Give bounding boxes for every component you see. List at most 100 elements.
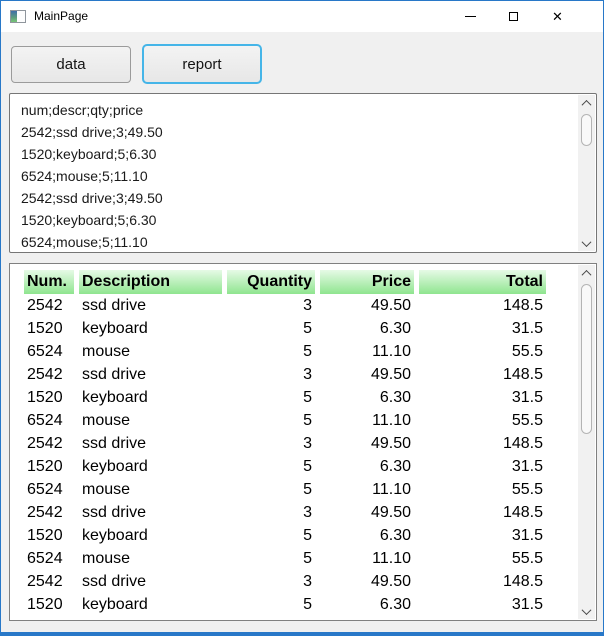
- table-cell: 5: [303, 411, 312, 429]
- table-cell: 31.5: [511, 388, 543, 406]
- table-cell: 11.10: [372, 411, 411, 429]
- table-cell: 3: [303, 365, 312, 383]
- close-icon: ✕: [552, 9, 563, 24]
- table-row: 1520 keyboard 5 6.30 31.5: [24, 386, 546, 409]
- table-cell: 11.10: [372, 480, 411, 498]
- table-cell: 1520: [27, 388, 63, 406]
- table-cell: 55.5: [511, 342, 543, 360]
- table-cell: 5: [303, 319, 312, 337]
- column-header-description: Description: [79, 270, 222, 294]
- table-cell: 3: [303, 572, 312, 590]
- title-bar[interactable]: MainPage ✕: [1, 1, 603, 32]
- scroll-up-button[interactable]: [578, 95, 595, 111]
- table-cell: 5: [303, 388, 312, 406]
- table-cell: keyboard: [82, 388, 148, 406]
- table-cell: 3: [303, 296, 312, 314]
- table-cell: keyboard: [82, 457, 148, 475]
- table-row: 2542 ssd drive 3 49.50 148.5: [24, 294, 546, 317]
- report-table-body: 2542 ssd drive 3 49.50 148.5 1520 keyboard 5 6.3…: [24, 294, 546, 616]
- column-header-quantity: Quantity: [227, 270, 315, 294]
- table-cell: 31.5: [511, 595, 543, 613]
- table-cell: 5: [303, 457, 312, 475]
- table-cell: 5: [303, 526, 312, 544]
- csv-editor[interactable]: num;descr;qty;price 2542;ssd drive;3;49.5…: [9, 93, 597, 253]
- table-cell: 2542: [27, 296, 63, 314]
- data-button[interactable]: data: [11, 46, 131, 83]
- table-cell: mouse: [82, 342, 131, 360]
- scroll-down-button[interactable]: [578, 235, 595, 251]
- table-cell: 6524: [27, 480, 63, 498]
- table-row: 2542 ssd drive 3 49.50 148.5: [24, 363, 546, 386]
- table-cell: 1520: [27, 595, 63, 613]
- table-cell: 1520: [27, 319, 63, 337]
- chevron-down-icon: [581, 604, 592, 615]
- table-cell: ssd drive: [82, 296, 147, 314]
- table-cell: 148.5: [502, 296, 543, 314]
- csv-line: 1520;keyboard;5;6.30: [21, 146, 157, 162]
- table-cell: 1520: [27, 457, 63, 475]
- table-row: 6524 mouse 5 11.10 55.5: [24, 409, 546, 432]
- table-cell: keyboard: [82, 526, 148, 544]
- table-cell: keyboard: [82, 319, 148, 337]
- main-window: MainPage ✕ data report num;descr;qty;pri…: [0, 0, 604, 636]
- csv-line: 6524;mouse;5;11.10: [21, 234, 148, 250]
- csv-scrollbar-thumb[interactable]: [581, 114, 592, 146]
- table-cell: keyboard: [82, 595, 148, 613]
- report-header-row: Num. Description Quantity Price Total: [24, 270, 546, 294]
- report-button[interactable]: report: [142, 44, 262, 84]
- table-row: 1520 keyboard 5 6.30 31.5: [24, 317, 546, 340]
- close-button[interactable]: ✕: [535, 1, 580, 32]
- table-cell: 6524: [27, 342, 63, 360]
- table-cell: 49.50: [370, 296, 411, 314]
- table-cell: 2542: [27, 434, 63, 452]
- minimize-button[interactable]: [448, 1, 493, 32]
- table-cell: mouse: [82, 549, 131, 567]
- scroll-down-button[interactable]: [578, 603, 595, 619]
- csv-line: num;descr;qty;price: [21, 102, 144, 118]
- table-cell: 49.50: [370, 434, 411, 452]
- csv-scrollbar[interactable]: [578, 95, 595, 251]
- table-cell: 5: [303, 549, 312, 567]
- table-row: 6524 mouse 5 11.10 55.5: [24, 547, 546, 570]
- csv-text[interactable]: num;descr;qty;price 2542;ssd drive;3;49.5…: [21, 99, 572, 252]
- table-row: 1520 keyboard 5 6.30 31.5: [24, 593, 546, 616]
- report-table: Num. Description Quantity Price Total 2542 ss…: [19, 270, 551, 616]
- table-row: 6524 mouse 5 11.10 55.5: [24, 478, 546, 501]
- column-header-price: Price: [320, 270, 414, 294]
- table-cell: 31.5: [511, 526, 543, 544]
- app-icon: [10, 10, 26, 23]
- table-cell: 11.10: [372, 342, 411, 360]
- table-cell: 1520: [27, 526, 63, 544]
- table-cell: 6.30: [379, 526, 411, 544]
- table-cell: 49.50: [370, 572, 411, 590]
- table-row: 2542 ssd drive 3 49.50 148.5: [24, 570, 546, 593]
- scroll-up-button[interactable]: [578, 265, 595, 281]
- column-header-num: Num.: [24, 270, 74, 294]
- csv-line: 1520;keyboard;5;6.30: [21, 212, 157, 228]
- table-row: 2542 ssd drive 3 49.50 148.5: [24, 501, 546, 524]
- maximize-button[interactable]: [491, 1, 536, 32]
- table-cell: 148.5: [502, 503, 543, 521]
- table-cell: 148.5: [502, 572, 543, 590]
- table-cell: 2542: [27, 365, 63, 383]
- table-cell: ssd drive: [82, 572, 147, 590]
- table-cell: mouse: [82, 411, 131, 429]
- table-cell: 31.5: [511, 319, 543, 337]
- chevron-up-icon: [581, 269, 592, 280]
- table-scrollbar-thumb[interactable]: [581, 284, 592, 434]
- table-cell: 49.50: [370, 365, 411, 383]
- table-cell: 6.30: [379, 457, 411, 475]
- maximize-icon: [509, 12, 518, 21]
- table-cell: 3: [303, 503, 312, 521]
- table-cell: 31.5: [511, 457, 543, 475]
- table-cell: 5: [303, 595, 312, 613]
- window-title: MainPage: [34, 9, 89, 23]
- table-scrollbar[interactable]: [578, 265, 595, 619]
- chevron-up-icon: [581, 99, 592, 110]
- table-cell: 6.30: [379, 388, 411, 406]
- csv-line: 6524;mouse;5;11.10: [21, 168, 148, 184]
- table-cell: 2542: [27, 503, 63, 521]
- table-cell: 5: [303, 480, 312, 498]
- csv-line: 2542;ssd drive;3;49.50: [21, 124, 163, 140]
- chevron-down-icon: [581, 236, 592, 247]
